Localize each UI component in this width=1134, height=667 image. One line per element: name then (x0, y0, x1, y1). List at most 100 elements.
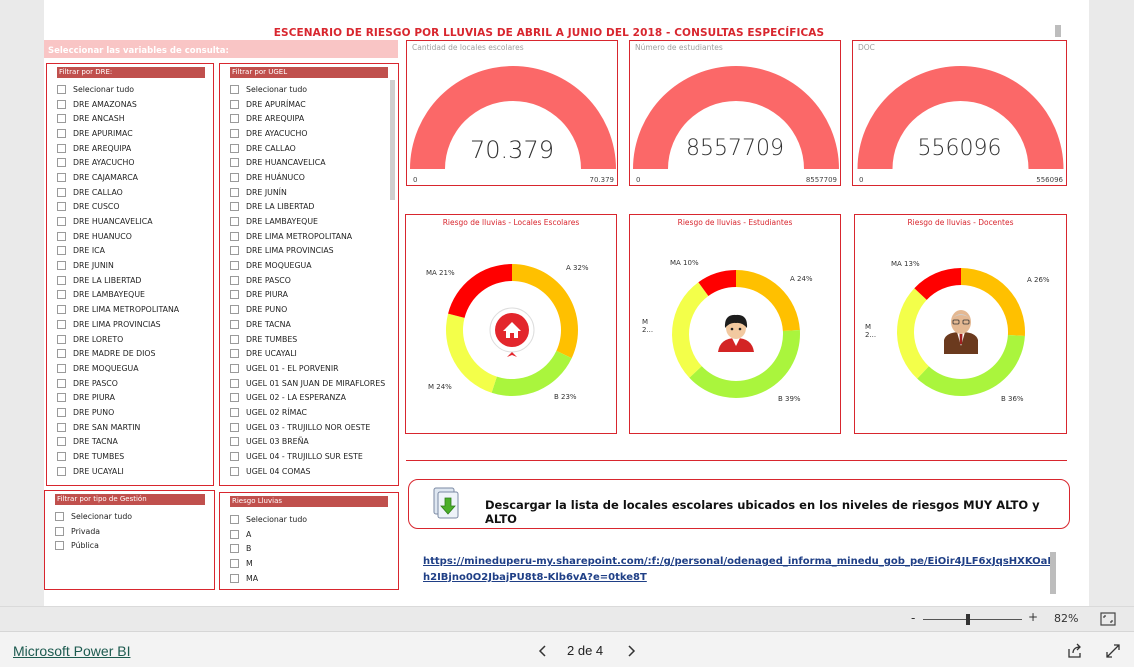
slicer-option[interactable]: Selecionar tudo (230, 82, 386, 97)
slicer-option[interactable]: DRE HUANCAVELICA (230, 155, 386, 170)
slicer-option[interactable]: DRE MOQUEGUA (57, 361, 201, 376)
slicer-option[interactable]: DRE MOQUEGUA (230, 258, 386, 273)
slicer-option[interactable]: DRE TUMBES (230, 332, 386, 347)
gauge-card-docentes[interactable]: DOC 556096 0 556096 (852, 40, 1067, 186)
checkbox[interactable] (230, 514, 239, 524)
checkbox[interactable] (230, 172, 239, 182)
slicer-option[interactable]: UGEL 03 - TRUJILLO NOR OESTE (230, 420, 386, 435)
slicer-option[interactable]: DRE HUÁNUCO (230, 170, 386, 185)
checkbox[interactable] (230, 437, 239, 447)
fullscreen-icon[interactable] (1105, 643, 1121, 659)
checkbox[interactable] (57, 334, 66, 344)
donut-slice-a[interactable] (961, 268, 1025, 337)
checkbox[interactable] (57, 452, 66, 462)
checkbox[interactable] (57, 231, 66, 241)
slicer-option[interactable]: A (230, 527, 386, 542)
slicer-option[interactable]: UGEL 02 RÍMAC (230, 405, 386, 420)
checkbox[interactable] (230, 128, 239, 138)
checkbox[interactable] (230, 114, 239, 124)
checkbox[interactable] (230, 349, 239, 359)
slicer-option[interactable]: UGEL 03 BREÑA (230, 435, 386, 450)
checkbox[interactable] (230, 246, 239, 256)
checkbox[interactable] (230, 231, 239, 241)
slicer-option[interactable]: DRE SAN MARTIN (57, 420, 201, 435)
share-icon[interactable] (1067, 643, 1083, 659)
gauge-card-estudiantes[interactable]: Número de estudiantes 8557709 0 8557709 (629, 40, 841, 186)
slicer-option[interactable]: DRE JUNIN (57, 258, 201, 273)
checkbox[interactable] (230, 452, 239, 462)
checkbox[interactable] (230, 202, 239, 212)
slicer-option[interactable]: DRE LA LIBERTAD (57, 273, 201, 288)
sharepoint-link[interactable]: https://mineduperu-my.sharepoint.com/:f:… (423, 554, 1055, 585)
slicer-option[interactable]: Pública (55, 538, 202, 553)
checkbox[interactable] (57, 378, 66, 388)
checkbox[interactable] (230, 158, 239, 168)
slicer-option[interactable]: DRE LIMA PROVINCIAS (57, 317, 201, 332)
slicer-option[interactable]: DRE UCAYALI (57, 464, 201, 479)
checkbox[interactable] (57, 305, 66, 315)
fit-to-page-icon[interactable] (1100, 612, 1116, 626)
slicer-option[interactable]: DRE LIMA METROPOLITANA (230, 229, 386, 244)
donut-card-estudiantes[interactable]: Riesgo de lluvias - Estudiantes A 24% B … (629, 214, 841, 434)
checkbox[interactable] (57, 290, 66, 300)
checkbox[interactable] (57, 261, 66, 271)
checkbox[interactable] (57, 128, 66, 138)
checkbox[interactable] (57, 437, 66, 447)
slicer-option[interactable]: DRE APURÍMAC (230, 97, 386, 112)
slicer-option[interactable]: DRE HUANCAVELICA (57, 214, 201, 229)
slicer-option[interactable]: DRE TACNA (57, 435, 201, 450)
slicer-option[interactable]: DRE JUNÍN (230, 185, 386, 200)
gauge-card-locales[interactable]: Cantidad de locales escolares 70.379 0 7… (406, 40, 618, 186)
donut-slice-b[interactable] (491, 350, 572, 396)
slicer-option[interactable]: Selecionar tudo (230, 512, 386, 527)
checkbox[interactable] (57, 363, 66, 373)
slicer-option[interactable]: DRE AREQUIPA (57, 141, 201, 156)
checkbox[interactable] (230, 407, 239, 417)
slicer-option[interactable]: DRE PUNO (57, 405, 201, 420)
slicer-option[interactable]: DRE CAJAMARCA (57, 170, 201, 185)
slicer-option[interactable]: Selecionar tudo (57, 82, 201, 97)
slicer-option[interactable]: DRE LIMA METROPOLITANA (57, 302, 201, 317)
slicer-option[interactable]: DRE LA LIBERTAD (230, 200, 386, 215)
slicer-option[interactable]: DRE AREQUIPA (230, 111, 386, 126)
checkbox[interactable] (230, 529, 239, 539)
checkbox[interactable] (55, 511, 64, 521)
zoom-slider-track[interactable] (923, 619, 1022, 620)
checkbox[interactable] (57, 349, 66, 359)
ugel-scrollbar[interactable] (390, 80, 395, 200)
checkbox[interactable] (230, 573, 239, 583)
slicer-option[interactable]: DRE AYACUCHO (230, 126, 386, 141)
checkbox[interactable] (57, 246, 66, 256)
checkbox[interactable] (57, 84, 66, 94)
checkbox[interactable] (230, 275, 239, 285)
donut-card-docentes[interactable]: Riesgo de lluvias - Docentes A 26% B 36%… (854, 214, 1067, 434)
checkbox[interactable] (230, 334, 239, 344)
checkbox[interactable] (57, 99, 66, 109)
slicer-option[interactable]: DRE CALLAO (230, 141, 386, 156)
checkbox[interactable] (230, 378, 239, 388)
zoom-in-button[interactable]: + (1028, 610, 1038, 624)
slicer-option[interactable]: DRE ANCASH (57, 111, 201, 126)
checkbox[interactable] (230, 187, 239, 197)
checkbox[interactable] (230, 422, 239, 432)
slicer-option[interactable]: UGEL 04 - TRUJILLO SUR ESTE (230, 449, 386, 464)
slicer-option[interactable]: DRE LIMA PROVINCIAS (230, 244, 386, 259)
checkbox[interactable] (230, 143, 239, 153)
checkbox[interactable] (230, 363, 239, 373)
checkbox[interactable] (57, 172, 66, 182)
slicer-option[interactable]: Selecionar tudo (55, 509, 202, 524)
link-scrollbar[interactable] (1050, 552, 1056, 594)
checkbox[interactable] (230, 319, 239, 329)
donut-slice-m[interactable] (897, 288, 929, 379)
checkbox[interactable] (57, 275, 66, 285)
donut-card-locales[interactable]: Riesgo de lluvias - Locales Escolares A … (405, 214, 617, 434)
checkbox[interactable] (230, 290, 239, 300)
checkbox[interactable] (57, 158, 66, 168)
slicer-option[interactable]: DRE AMAZONAS (57, 97, 201, 112)
download-button[interactable]: Descargar la lista de locales escolares … (408, 479, 1070, 529)
slicer-option[interactable]: DRE AYACUCHO (57, 155, 201, 170)
donut-slice-m[interactable] (672, 282, 709, 378)
slicer-option[interactable]: DRE MADRE DE DIOS (57, 346, 201, 361)
zoom-slider-thumb[interactable] (965, 614, 970, 625)
slicer-option[interactable]: M (230, 556, 386, 571)
